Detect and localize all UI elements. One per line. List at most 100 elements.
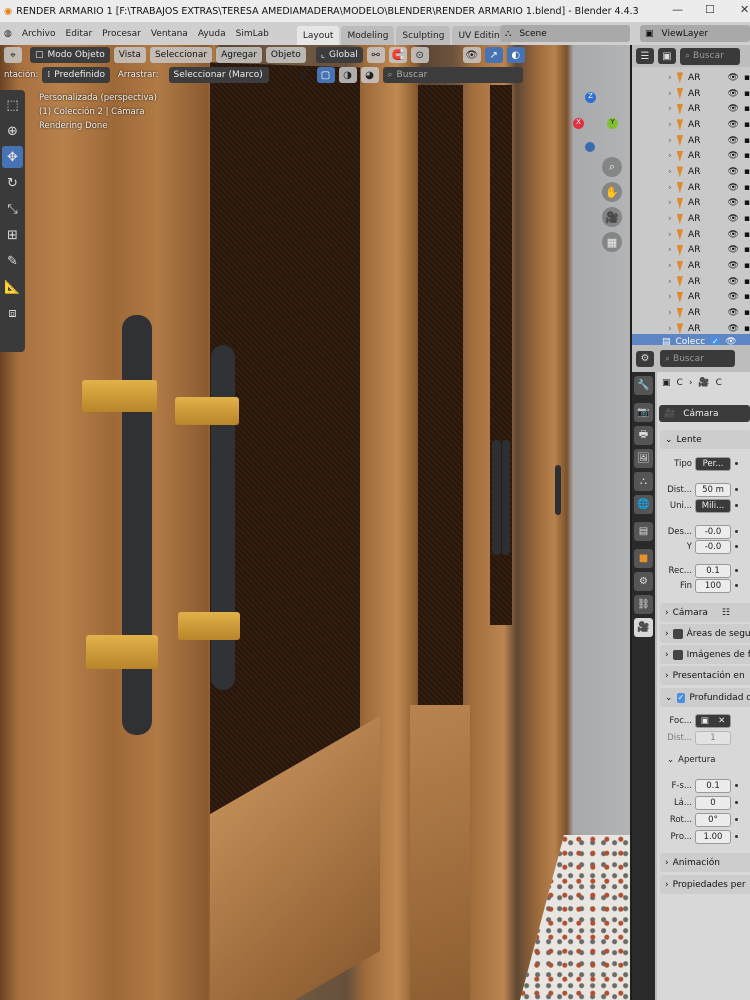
gizmo-z-axis[interactable]: Z <box>585 92 596 103</box>
scene-tab-icon[interactable]: ⛬ <box>634 472 653 491</box>
gizmo-icon[interactable]: ↗ <box>484 47 503 63</box>
expand-chevron-icon[interactable]: › <box>668 104 672 114</box>
tool-tab-icon[interactable]: 🔧 <box>634 376 653 395</box>
eye-icon[interactable]: 👁 <box>727 89 738 99</box>
background-images-checkbox[interactable] <box>672 649 683 660</box>
eye-icon[interactable]: 👁 <box>727 261 738 271</box>
expand-chevron-icon[interactable]: › <box>668 292 672 302</box>
expand-chevron-icon[interactable]: › <box>668 151 672 161</box>
outliner-object-row[interactable]: › AR 👁 ▪ <box>632 196 750 212</box>
perspective-grid-icon[interactable]: ▦ <box>602 232 622 252</box>
focus-distance-field[interactable]: 1 <box>695 730 731 745</box>
eye-icon[interactable]: 👁 <box>727 292 738 302</box>
minimize-button[interactable]: — <box>672 3 683 16</box>
zoom-icon[interactable]: ⌕ <box>602 157 622 177</box>
eye-icon[interactable]: 👁 <box>727 151 738 161</box>
shift-y-field[interactable]: -0.0 <box>695 539 731 554</box>
expand-chevron-icon[interactable]: › <box>668 324 672 334</box>
expand-chevron-icon[interactable]: › <box>668 183 672 193</box>
eye-icon[interactable]: 👁 <box>727 198 738 208</box>
focus-object-field[interactable]: ▣ ✕ <box>695 713 731 728</box>
expand-chevron-icon[interactable]: › <box>668 89 672 99</box>
outliner-object-row[interactable]: › AR 👁 ▪ <box>632 117 750 133</box>
expand-chevron-icon[interactable]: › <box>668 120 672 130</box>
rotate-icon[interactable]: ↻ <box>2 172 23 194</box>
rotation-field[interactable]: 0° <box>695 812 731 827</box>
snap-icon[interactable]: 🧲 <box>388 47 407 63</box>
move-icon[interactable]: ✥ <box>2 146 23 168</box>
outliner-object-row[interactable]: › AR 👁 ▪ <box>632 101 750 117</box>
camera-render-icon[interactable]: ▪ <box>744 324 750 334</box>
expand-chevron-icon[interactable]: › <box>668 261 672 271</box>
outliner-object-row[interactable]: › AR 👁 ▪ <box>632 164 750 180</box>
expand-chevron-icon[interactable]: › <box>668 214 672 224</box>
constraints-tab-icon[interactable]: ⛓ <box>634 595 653 614</box>
section-camara[interactable]: › Cámara ☷ <box>660 603 750 622</box>
menu-seleccionar[interactable]: Seleccionar <box>149 47 213 63</box>
transform-orientation-select[interactable]: ⌞ Global <box>315 47 363 63</box>
outliner-object-row[interactable]: › AR 👁 ▪ <box>632 133 750 149</box>
focal-length-field[interactable]: 50 m <box>695 482 731 497</box>
expand-chevron-icon[interactable]: › <box>668 245 672 255</box>
camera-data-name-field[interactable]: 🎥 Cámara <box>659 405 750 422</box>
camera-data-tab-icon[interactable]: 🎥 <box>634 618 653 637</box>
expand-chevron-icon[interactable]: › <box>668 277 672 287</box>
outliner-object-row[interactable]: › AR 👁 ▪ <box>632 227 750 243</box>
viewport-search-input[interactable]: ⌕ Buscar <box>382 67 523 83</box>
outliner-object-row[interactable]: › AR 👁 ▪ <box>632 243 750 259</box>
object-tab-icon[interactable]: ■ <box>634 549 653 568</box>
annotate-icon[interactable]: ✎ <box>2 250 23 272</box>
blender-menu-icon[interactable]: ◍ <box>4 29 12 39</box>
camera-render-icon[interactable]: ▪ <box>744 308 750 318</box>
modifiers-tab-icon[interactable]: ⚙ <box>634 572 653 591</box>
camera-render-icon[interactable]: ▪ <box>744 214 750 224</box>
gizmo-neg-z[interactable] <box>585 142 595 152</box>
orientation-dropdown[interactable]: ⁞ Predefinido <box>42 67 110 83</box>
section-animation[interactable]: › Animación <box>660 853 750 872</box>
editor-type-icon[interactable]: ⚙ <box>636 350 654 367</box>
camera-render-icon[interactable]: ▪ <box>744 73 750 83</box>
select-box-icon[interactable]: ⬚ <box>2 94 23 116</box>
output-tab-icon[interactable]: 🖶 <box>634 426 653 445</box>
render-shading-icon[interactable]: ◕ <box>360 67 379 83</box>
eye-icon[interactable]: 👁 <box>727 167 738 177</box>
navigation-gizmo[interactable]: Z X Y <box>560 90 625 160</box>
eye-icon[interactable]: 👁 <box>727 214 738 224</box>
tab-modeling[interactable]: Modeling <box>341 26 395 45</box>
section-background-images[interactable]: › Imágenes de f <box>660 645 750 664</box>
eye-icon[interactable]: 👁 <box>727 230 738 240</box>
expand-chevron-icon[interactable]: › <box>668 198 672 208</box>
eye-icon[interactable]: 👁 <box>727 324 738 334</box>
menu-archivo[interactable]: Archivo <box>22 29 56 39</box>
add-cube-icon[interactable]: ⧈ <box>2 302 23 324</box>
outliner-object-row[interactable]: › AR 👁 ▪ <box>632 70 750 86</box>
camera-render-icon[interactable]: ▪ <box>744 230 750 240</box>
visibility-icon[interactable]: 👁 <box>462 47 481 63</box>
display-mode-icon[interactable]: ▣ <box>658 48 676 64</box>
menu-agregar[interactable]: Agregar <box>216 47 262 63</box>
camera-render-icon[interactable]: ▪ <box>744 136 750 146</box>
view-layer-selector[interactable]: ▣ ViewLayer <box>640 25 750 42</box>
section-viewport-display[interactable]: › Presentación en <box>660 666 750 685</box>
eye-icon[interactable]: 👁 <box>727 308 738 318</box>
eye-icon[interactable]: 👁 <box>727 245 738 255</box>
outliner-object-row[interactable]: › AR 👁 ▪ <box>632 274 750 290</box>
units-dropdown[interactable]: Mili... <box>695 498 731 513</box>
camera-render-icon[interactable]: ▪ <box>744 277 750 287</box>
camera-render-icon[interactable]: ▪ <box>744 167 750 177</box>
collection-tab-icon[interactable]: ▤ <box>634 522 653 541</box>
gizmo-x-axis[interactable]: X <box>573 118 584 129</box>
shading-color-icon[interactable]: ◆ <box>295 67 313 83</box>
outliner-search-input[interactable]: ⌕ Buscar <box>680 47 740 65</box>
clip-start-field[interactable]: 0.1 <box>695 563 731 578</box>
material-shading-icon[interactable]: ◑ <box>338 67 357 83</box>
menu-ayuda[interactable]: Ayuda <box>198 29 226 39</box>
drag-dropdown[interactable]: Seleccionar (Marco) <box>168 67 269 83</box>
shift-x-field[interactable]: -0.0 <box>695 524 731 539</box>
blades-field[interactable]: 0 <box>695 795 731 810</box>
clip-end-field[interactable]: 100 <box>695 578 731 593</box>
eye-icon[interactable]: 👁 <box>727 183 738 193</box>
section-safe-areas[interactable]: › Áreas de segu <box>660 624 750 643</box>
clear-icon[interactable]: ✕ <box>718 716 725 726</box>
camera-render-icon[interactable]: ▪ <box>744 261 750 271</box>
